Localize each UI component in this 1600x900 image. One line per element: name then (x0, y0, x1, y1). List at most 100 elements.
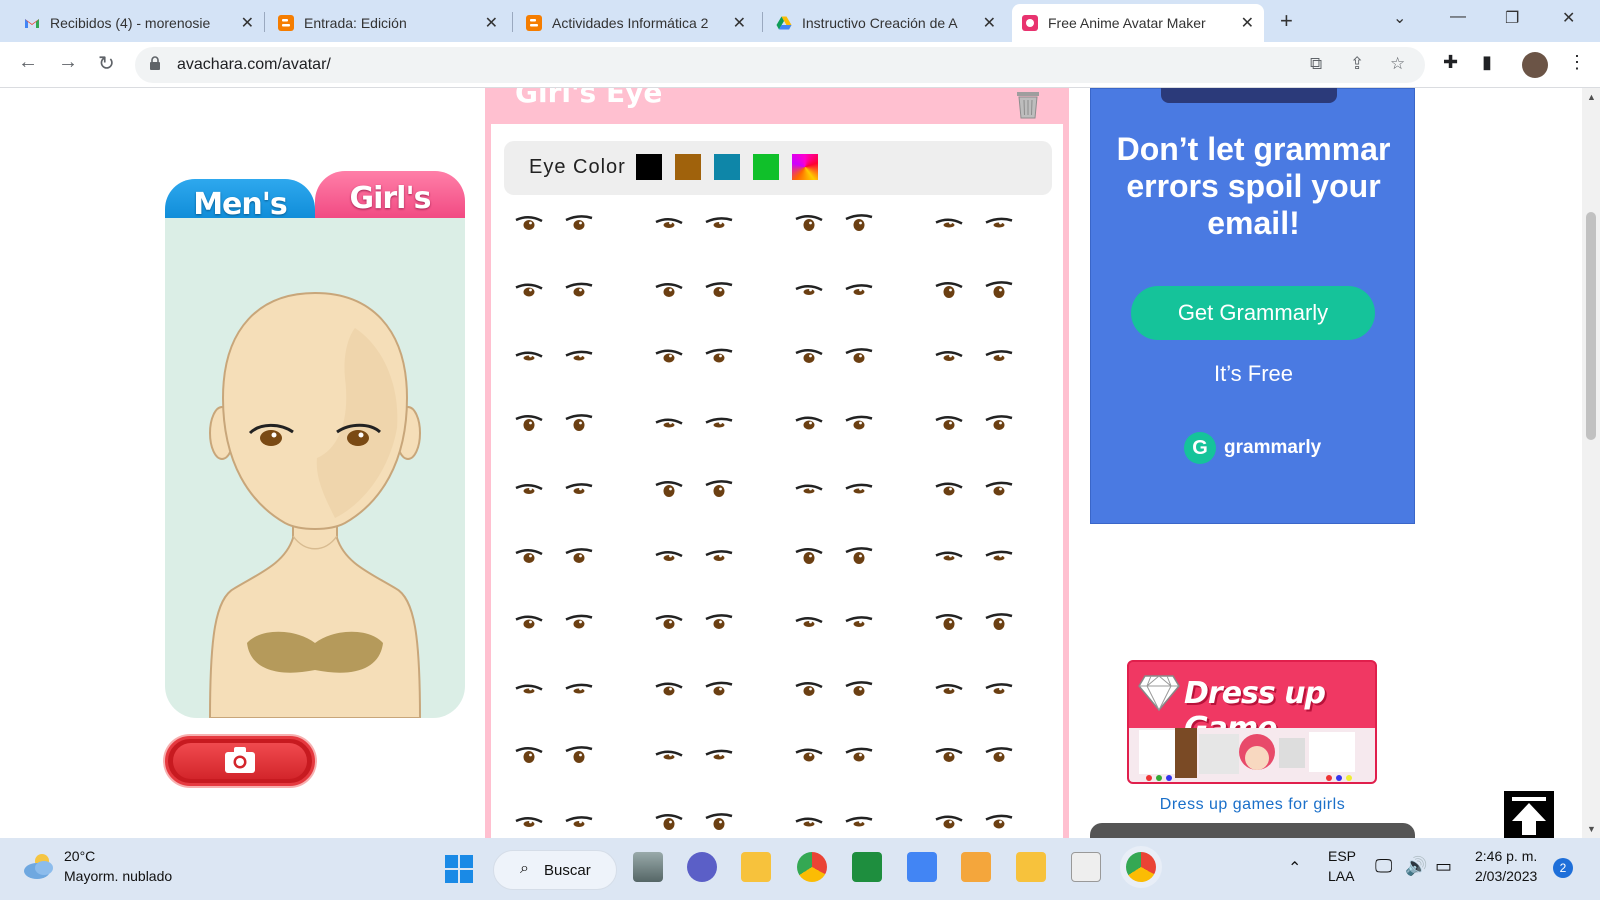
eye-style-option[interactable] (511, 678, 631, 728)
browser-tab-blogger-1[interactable]: Entrada: Edición ✕ (268, 4, 508, 42)
eye-style-option[interactable] (651, 412, 771, 462)
side-panel-icon[interactable]: ▮ (1482, 52, 1492, 73)
eye-style-option[interactable] (931, 345, 1051, 395)
menu-kebab-icon[interactable]: ⋮ (1568, 52, 1586, 73)
scroll-to-top-button[interactable] (1504, 791, 1554, 838)
eye-style-option[interactable] (791, 811, 911, 839)
close-icon[interactable]: ✕ (733, 13, 746, 33)
eye-style-option[interactable] (791, 412, 911, 462)
task-view-icon[interactable] (633, 852, 663, 882)
eye-color-brown[interactable] (675, 154, 701, 180)
browser-tab-avachara[interactable]: Free Anime Avatar Maker ✕ (1012, 4, 1264, 42)
eye-style-option[interactable] (791, 744, 911, 794)
partial-ad-banner[interactable] (1090, 823, 1415, 838)
chrome-icon[interactable] (797, 852, 827, 882)
eye-style-option[interactable] (791, 345, 911, 395)
forward-icon[interactable]: → (58, 51, 78, 74)
eye-style-option[interactable] (791, 212, 911, 262)
weather-temperature[interactable]: 20°C (64, 848, 95, 864)
eye-style-option[interactable] (931, 611, 1051, 661)
input-layout[interactable]: LAA (1328, 868, 1354, 884)
eye-color-black[interactable] (636, 154, 662, 180)
eye-style-option[interactable] (651, 811, 771, 839)
show-hidden-icons-chevron-icon[interactable]: ⌃ (1288, 858, 1301, 878)
eye-style-option[interactable] (651, 345, 771, 395)
page-scrollbar[interactable]: ▲ ▼ (1582, 88, 1600, 838)
tab-girls[interactable]: Girl's (315, 171, 465, 223)
input-language[interactable]: ESP (1328, 848, 1356, 864)
formula-doc-icon[interactable] (1071, 852, 1101, 882)
google-docs-icon[interactable] (907, 852, 937, 882)
battery-icon[interactable]: ▭ (1435, 856, 1452, 877)
grammarly-ad[interactable]: Don’t let grammar errors spoil your emai… (1090, 88, 1415, 524)
eye-style-option[interactable] (511, 611, 631, 661)
presentation-icon[interactable] (1016, 852, 1046, 882)
restore-icon[interactable]: ❐ (1505, 8, 1519, 28)
eye-style-option[interactable] (791, 279, 911, 329)
eye-style-option[interactable] (651, 744, 771, 794)
close-icon[interactable]: ✕ (485, 13, 498, 33)
eye-style-option[interactable] (931, 811, 1051, 839)
window-close-icon[interactable]: ✕ (1562, 8, 1575, 28)
clock-date[interactable]: 2/03/2023 (1475, 868, 1537, 884)
eye-style-option[interactable] (651, 611, 771, 661)
eye-style-option[interactable] (791, 611, 911, 661)
share-icon[interactable]: ⇪ (1350, 54, 1364, 74)
browser-tab-drive[interactable]: Instructivo Creación de A ✕ (766, 4, 1006, 42)
eye-style-option[interactable] (931, 212, 1051, 262)
chrome-profile-icon[interactable] (1126, 852, 1156, 882)
eye-color-custom[interactable] (792, 154, 818, 180)
network-icon[interactable]: 🖵 (1375, 856, 1392, 877)
camera-save-button[interactable] (165, 736, 315, 786)
profile-avatar[interactable] (1522, 52, 1548, 78)
google-slides-icon[interactable] (961, 852, 991, 882)
close-icon[interactable]: ✕ (983, 13, 996, 33)
dress-up-game-banner[interactable]: Dress up Game (1127, 660, 1377, 784)
volume-icon[interactable]: 🔊 (1405, 856, 1427, 877)
eye-color-blue[interactable] (714, 154, 740, 180)
weather-description[interactable]: Mayorm. nublado (64, 868, 172, 884)
eye-style-option[interactable] (931, 678, 1051, 728)
browser-tab-gmail[interactable]: Recibidos (4) - morenosie ✕ (14, 4, 264, 42)
eye-style-option[interactable] (651, 545, 771, 595)
scroll-down-arrow-icon[interactable]: ▼ (1587, 824, 1596, 834)
close-icon[interactable]: ✕ (1241, 13, 1254, 33)
get-grammarly-button[interactable]: Get Grammarly (1131, 286, 1375, 340)
extensions-icon[interactable]: ✚ (1443, 52, 1458, 73)
eye-style-option[interactable] (931, 412, 1051, 462)
tab-mens[interactable]: Men's (165, 179, 315, 223)
taskbar-search[interactable]: ⌕ Buscar (493, 850, 617, 890)
eye-style-option[interactable] (931, 478, 1051, 528)
google-sheets-icon[interactable] (852, 852, 882, 882)
eye-style-option[interactable] (511, 345, 631, 395)
eye-style-option[interactable] (931, 545, 1051, 595)
eye-style-option[interactable] (651, 279, 771, 329)
eye-style-option[interactable] (791, 678, 911, 728)
dress-up-games-link[interactable]: Dress up games for girls (1115, 796, 1390, 814)
cloudy-weather-icon[interactable] (22, 851, 56, 881)
teams-chat-icon[interactable] (687, 852, 717, 882)
browser-tab-blogger-2[interactable]: Actividades Informática 2 ✕ (516, 4, 756, 42)
eye-style-option[interactable] (511, 478, 631, 528)
clock-time[interactable]: 2:46 p. m. (1475, 848, 1537, 864)
eye-style-option[interactable] (651, 678, 771, 728)
eye-style-option[interactable] (791, 545, 911, 595)
translate-icon[interactable]: ⧉ (1310, 54, 1322, 74)
close-icon[interactable]: ✕ (241, 13, 254, 33)
scroll-up-arrow-icon[interactable]: ▲ (1587, 92, 1596, 102)
eye-style-option[interactable] (931, 744, 1051, 794)
eye-style-option[interactable] (511, 545, 631, 595)
new-tab-button[interactable]: + (1280, 8, 1293, 34)
reload-icon[interactable]: ↻ (98, 51, 115, 76)
notification-badge[interactable]: 2 (1553, 858, 1573, 878)
eye-style-option[interactable] (511, 412, 631, 462)
eye-style-option[interactable] (651, 212, 771, 262)
eye-color-green[interactable] (753, 154, 779, 180)
eye-style-option[interactable] (511, 811, 631, 839)
eye-style-option[interactable] (511, 212, 631, 262)
eye-style-option[interactable] (511, 279, 631, 329)
eye-style-option[interactable] (511, 744, 631, 794)
eye-style-option[interactable] (651, 478, 771, 528)
back-icon[interactable]: ← (18, 51, 38, 74)
eye-style-option[interactable] (791, 478, 911, 528)
